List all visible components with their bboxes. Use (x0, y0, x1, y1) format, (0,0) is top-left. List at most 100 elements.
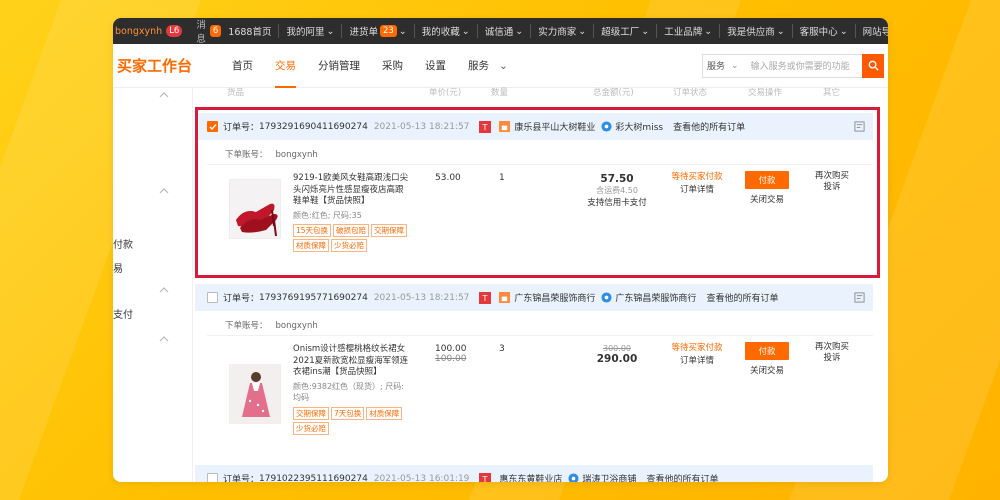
service-tags: 交期保障 7天包换 材质保障 少货必赔 (293, 406, 411, 435)
link-1688-home[interactable]: 1688首页 (221, 24, 278, 38)
product-name-link[interactable]: Onism设计感樱桃格纹长裙女2021夏新款宽松显瘦海军领连衣裙ins潮【货品快… (293, 344, 411, 379)
sidebar-item-pay[interactable]: 支付 (113, 306, 133, 321)
link-label: 我的收藏 (421, 27, 460, 38)
link-supplier[interactable]: 我是供应商 ⌄ (719, 24, 791, 38)
chevron-down-icon: ⌄ (704, 25, 713, 37)
chevron-up-icon[interactable] (159, 90, 169, 100)
link-label: 诚信通 (484, 27, 514, 38)
nav-services[interactable]: 服务 ⌄ (457, 44, 519, 88)
rebuy-link[interactable]: 再次购买 (807, 171, 857, 182)
shop-link[interactable]: 康乐县平山大树鞋业 (499, 120, 595, 133)
link-service-center[interactable]: 客服中心 ⌄ (791, 24, 855, 38)
nav-settings[interactable]: 设置 (414, 44, 457, 88)
note-icon[interactable] (854, 292, 865, 303)
messages-link[interactable]: 消息 6 (196, 18, 222, 45)
complaint-link[interactable]: 投诉 (807, 353, 857, 364)
link-cart[interactable]: 进货单 23 ⌄ (341, 24, 413, 38)
chevron-up-icon[interactable] (159, 285, 169, 295)
link-my-alibaba[interactable]: 我的阿里 ⌄ (278, 24, 341, 38)
unit-price: 53.00 (435, 173, 461, 183)
nav-trade[interactable]: 交易 (264, 44, 307, 88)
order-detail-link[interactable]: 订单详情 (662, 184, 732, 197)
view-all-orders-link[interactable]: 查看他的所有订单 (706, 291, 778, 304)
svg-text:T: T (482, 123, 488, 132)
sidebar-item-trade[interactable]: 易 (113, 260, 123, 275)
other-actions: 再次购买 投诉 (807, 342, 857, 364)
order-header: 订单号： 1793291690411690274 2021-05-13 18:2… (195, 113, 873, 140)
order-checkbox[interactable] (207, 473, 218, 482)
username[interactable]: bongxynh (115, 26, 162, 37)
service-tag: 材质保障 (293, 239, 329, 252)
link-favorites[interactable]: 我的收藏 ⌄ (413, 24, 477, 38)
search-input[interactable]: 服务 ⌄ 输入服务或你需要的功能 (702, 53, 862, 78)
chevron-down-icon: ⌄ (326, 25, 335, 37)
chat-icon (601, 121, 612, 132)
search-scope-select[interactable]: 服务 (707, 59, 725, 72)
sub-account-value: bongxynh (275, 321, 318, 331)
order-number: 1791022395111690274 (259, 473, 368, 483)
service-tag: 材质保障 (366, 406, 403, 420)
wangwang-contact[interactable]: 瑞涛卫浴商铺 (568, 472, 636, 482)
service-tag: 7天包换 (331, 406, 365, 420)
shop-name: 惠东东黄鞋业店 (499, 475, 563, 482)
link-label: 实力商家 (538, 27, 577, 38)
link-site-nav[interactable]: 网站导航⌄ (854, 24, 888, 38)
messages-label: 消息 (196, 20, 206, 45)
chevron-down-icon: ⌄ (776, 25, 785, 37)
pay-button[interactable]: 付款 (745, 342, 789, 360)
order-total: 300.00 290.00 (577, 344, 657, 365)
product-attributes: 颜色:红色; 尺码:35 (293, 210, 362, 220)
order-checkbox[interactable] (207, 121, 218, 132)
brand-title[interactable]: 买家工作台 (113, 55, 221, 76)
product-name-link[interactable]: 9219-1欧美风女鞋高跟浅口尖头闪烁亮片性感显瘦夜店高跟鞋单鞋【货品快照】 (293, 173, 411, 208)
sub-account-row: 下单账号： bongxynh (195, 140, 873, 164)
order-checkbox[interactable] (207, 292, 218, 303)
shop-link[interactable]: 广东锦昌荣服饰商行 (499, 291, 595, 304)
main-header: 买家工作台 首页 交易 分销管理 采购 设置 服务 ⌄ 服务 ⌄ 输入服务或你需要… (113, 44, 888, 88)
product-thumbnail[interactable] (229, 364, 281, 424)
link-strong-merchants[interactable]: 实力商家 ⌄ (530, 24, 593, 38)
chat-icon (601, 292, 612, 303)
product-thumbnail[interactable] (229, 179, 281, 239)
total-original: 300.00 (603, 344, 631, 353)
wangwang-contact[interactable]: 彩大树miss (601, 120, 663, 133)
link-chengxintong[interactable]: 诚信通 ⌄ (476, 24, 530, 38)
order-card: 订单号： 1793291690411690274 2021-05-13 18:2… (195, 113, 873, 254)
trade-actions: 付款 关闭交易 (737, 171, 797, 205)
link-label: 超级工厂 (601, 27, 640, 38)
order-card: 订单号： 1791022395111690274 2021-05-13 16:0… (195, 465, 873, 482)
view-all-orders-link[interactable]: 查看他的所有订单 (673, 120, 745, 133)
search-button[interactable] (862, 53, 884, 78)
member-level-badge: L6 (166, 25, 183, 37)
sub-account-label: 下单账号： (225, 150, 268, 160)
search-icon (868, 60, 879, 71)
wangwang-name: 广东锦昌荣服饰商行 (615, 294, 697, 304)
view-all-orders-link[interactable]: 查看他的所有订单 (646, 472, 718, 482)
sidebar-item-payment[interactable]: 付款 (113, 236, 133, 251)
close-trade-link[interactable]: 关闭交易 (737, 364, 797, 376)
link-industrial-brands[interactable]: 工业品牌 ⌄ (656, 24, 719, 38)
link-super-factory[interactable]: 超级工厂 ⌄ (593, 24, 656, 38)
pay-button[interactable]: 付款 (745, 171, 789, 189)
chevron-down-icon: ⌄ (731, 60, 739, 71)
shop-link[interactable]: 惠东东黄鞋业店 (499, 472, 562, 482)
search-bar: 服务 ⌄ 输入服务或你需要的功能 (702, 53, 884, 78)
buyer-workbench-window: bongxynh L6 消息 6 1688首页 我的阿里 ⌄ 进货单 23 ⌄ 我的收… (113, 18, 888, 482)
complaint-link[interactable]: 投诉 (807, 182, 857, 193)
user-menu[interactable]: bongxynh L6 (113, 25, 183, 37)
chevron-up-icon[interactable] (159, 334, 169, 344)
nav-purchase[interactable]: 采购 (371, 44, 414, 88)
note-icon[interactable] (854, 121, 865, 132)
rebuy-link[interactable]: 再次购买 (807, 342, 857, 353)
wangwang-contact[interactable]: 广东锦昌荣服饰商行 (601, 291, 696, 304)
link-label: 1688首页 (228, 27, 272, 38)
nav-distribution[interactable]: 分销管理 (307, 44, 371, 88)
top-links: 1688首页 我的阿里 ⌄ 进货单 23 ⌄ 我的收藏 ⌄ 诚信通 ⌄ 实力商家 ⌄ 超级工… (221, 24, 888, 38)
order-total: 57.50 含运费4.50 支持信用卡支付 (577, 173, 657, 208)
order-detail-link[interactable]: 订单详情 (662, 355, 732, 368)
nav-home[interactable]: 首页 (221, 44, 264, 88)
chevron-up-icon[interactable] (159, 186, 169, 196)
credit-card-note: 支持信用卡支付 (587, 198, 647, 208)
shop-type-icon: T (479, 291, 492, 304)
close-trade-link[interactable]: 关闭交易 (737, 193, 797, 205)
